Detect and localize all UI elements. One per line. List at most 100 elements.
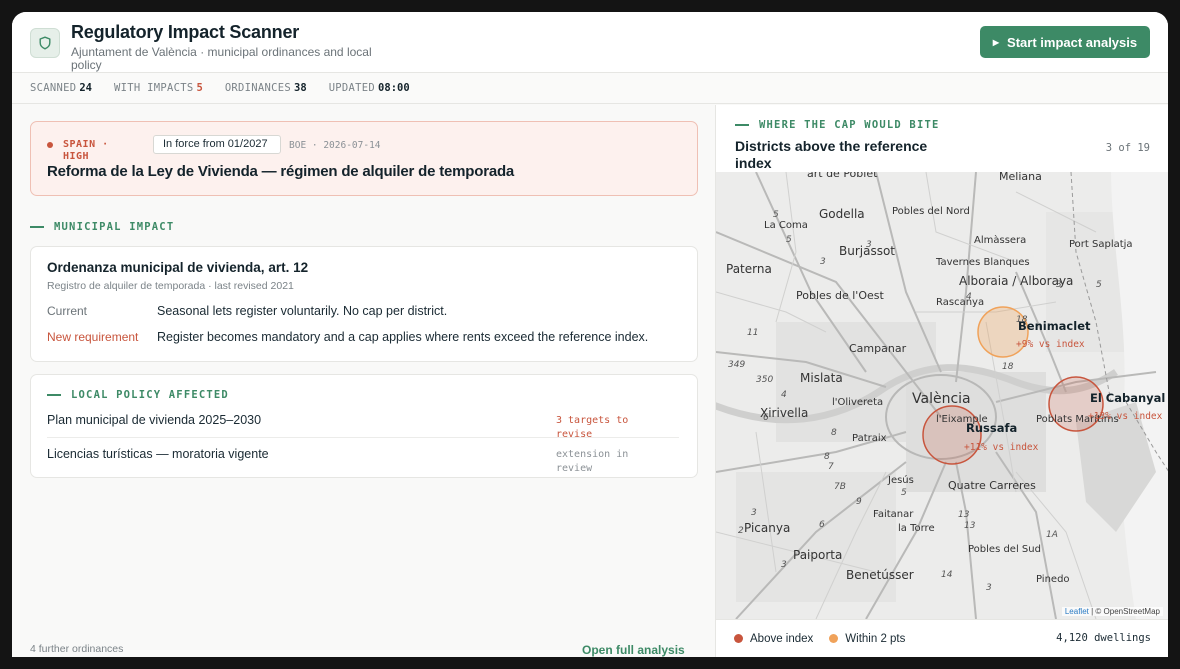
svg-text:Burjassot: Burjassot xyxy=(839,244,895,258)
stat-updated: UPDATED 08:00 xyxy=(328,82,410,94)
regulation-alert-card[interactable]: SPAIN · HIGH In force from 01/2027 BOE ·… xyxy=(30,121,698,196)
district-name-el-cabanyal: El Cabanyal xyxy=(1090,391,1165,405)
row-divider xyxy=(47,437,679,438)
svg-text:3: 3 xyxy=(986,583,992,593)
play-icon: ▶ xyxy=(992,37,1000,47)
svg-text:Tavernes Blanques: Tavernes Blanques xyxy=(935,257,1030,268)
severity-dot xyxy=(47,142,53,148)
svg-text:14: 14 xyxy=(941,570,953,580)
map-panel: WHERE THE CAP WOULD BITE Districts above… xyxy=(715,105,1168,657)
svg-text:5: 5 xyxy=(901,488,907,498)
app-window: Regulatory Impact Scanner Ajuntament de … xyxy=(12,12,1168,657)
legend-above-index: Above index xyxy=(734,633,813,645)
svg-text:Campanar: Campanar xyxy=(849,342,907,355)
svg-text:13: 13 xyxy=(958,510,970,520)
svg-text:Godella: Godella xyxy=(819,207,865,221)
stat-ordinances: ORDINANCES 38 xyxy=(224,82,307,94)
map-title: Districts above the reference index xyxy=(735,138,928,171)
new-requirement-text: Register becomes mandatory and a cap app… xyxy=(157,330,649,344)
svg-text:Picanya: Picanya xyxy=(744,521,790,535)
svg-text:Jesús: Jesús xyxy=(887,474,914,486)
policy-name: Licencias turísticas — moratoria vigente xyxy=(47,447,269,461)
local-policy-heading: LOCAL POLICY AFFECTED xyxy=(47,389,229,401)
district-name-russafa: Russafa xyxy=(966,421,1017,435)
open-full-analysis-link[interactable]: Open full analysis → xyxy=(582,643,692,657)
source-reference: BOE · 2026-07-14 xyxy=(289,140,381,151)
map-canvas: 553 311349 35046 887 7B96 323 131318 181… xyxy=(716,172,1168,619)
policy-row[interactable]: Licencias turísticas — moratoria vigente… xyxy=(47,447,679,481)
svg-text:8: 8 xyxy=(831,428,837,438)
svg-text:Pobles de l'Oest: Pobles de l'Oest xyxy=(796,289,884,302)
svg-text:Mislata: Mislata xyxy=(800,371,843,385)
svg-text:Pobles del Sud: Pobles del Sud xyxy=(968,544,1041,555)
policy-row[interactable]: Plan municipal de vivienda 2025–2030 3 t… xyxy=(47,413,679,447)
svg-text:l'Olivereta: l'Olivereta xyxy=(832,397,883,408)
map-legend: Above index Within 2 pts 4,120 dwellings xyxy=(716,619,1168,657)
current-label: Current xyxy=(47,304,88,318)
dwellings-count: 4,120 dwellings xyxy=(1056,632,1151,644)
svg-text:6: 6 xyxy=(819,520,825,530)
section-rule xyxy=(735,124,749,126)
start-impact-analysis-label: Start impact analysis xyxy=(1007,34,1138,50)
svg-text:Paiporta: Paiporta xyxy=(793,548,842,562)
law-title: Reforma de la Ley de Vivienda — régimen … xyxy=(47,163,515,180)
further-ordinances-note: 4 further ordinances flagged xyxy=(30,643,124,657)
svg-text:11: 11 xyxy=(747,328,758,338)
stat-with-impacts: WITH IMPACTS 5 xyxy=(114,82,203,94)
new-requirement-label: New requirement xyxy=(47,330,139,344)
policy-name: Plan municipal de vivienda 2025–2030 xyxy=(47,413,262,427)
section-rule xyxy=(47,394,61,396)
svg-text:Faitanar: Faitanar xyxy=(873,509,914,520)
svg-text:Almàssera: Almàssera xyxy=(974,234,1026,246)
svg-text:350: 350 xyxy=(756,375,773,385)
svg-text:349: 349 xyxy=(728,360,745,370)
start-impact-analysis-button[interactable]: ▶ Start impact analysis xyxy=(980,26,1150,58)
in-force-chip: In force from 01/2027 xyxy=(153,135,281,154)
municipal-impact-heading: MUNICIPAL IMPACT xyxy=(30,221,174,233)
svg-text:3: 3 xyxy=(820,257,826,267)
district-name-benimaclet: Benimaclet xyxy=(1018,319,1091,333)
svg-text:València: València xyxy=(912,391,971,407)
svg-text:7: 7 xyxy=(828,462,834,472)
svg-text:Benetússer: Benetússer xyxy=(846,568,914,582)
section-rule xyxy=(30,226,44,228)
legend-within-2-pts: Within 2 pts xyxy=(829,633,905,645)
ordinance-title: Ordenanza municipal de vivienda, art. 12 xyxy=(47,260,309,275)
svg-text:Pobles del Nord: Pobles del Nord xyxy=(892,206,970,217)
svg-text:13: 13 xyxy=(964,521,976,531)
svg-text:Alboraia / Alboraya: Alboraia / Alboraya xyxy=(959,274,1073,288)
district-map[interactable]: 553 3 11 349 350 4 6 887 7B 9 6 323 13 13 18 18 1… xyxy=(716,172,1168,619)
severity-label: SPAIN · HIGH xyxy=(63,139,109,162)
svg-text:5: 5 xyxy=(773,210,779,220)
stats-bar: SCANNED 24 WITH IMPACTS 5 ORDINANCES 38 UPD… xyxy=(12,73,1168,104)
svg-text:Xirivella: Xirivella xyxy=(760,406,808,420)
app-header: Regulatory Impact Scanner Ajuntament de … xyxy=(12,12,1168,73)
svg-text:art de Poblet: art de Poblet xyxy=(807,172,878,180)
district-note-russafa: +11% vs index xyxy=(964,442,1039,453)
svg-text:la Torre: la Torre xyxy=(898,523,935,534)
svg-text:7B: 7B xyxy=(834,482,846,492)
svg-text:3: 3 xyxy=(751,508,757,518)
district-counter: 3 of 19 xyxy=(1105,142,1150,154)
shield-icon xyxy=(30,28,60,58)
app-subtitle: Ajuntament de València · municipal ordin… xyxy=(71,45,372,72)
svg-text:Quatre Carreres: Quatre Carreres xyxy=(948,479,1036,492)
svg-text:5: 5 xyxy=(1096,280,1102,290)
svg-text:1A: 1A xyxy=(1046,530,1058,540)
svg-text:3: 3 xyxy=(781,560,787,570)
ordinance-subtitle: Registro de alquiler de temporada · last… xyxy=(47,280,294,292)
leaflet-link[interactable]: Leaflet xyxy=(1065,607,1089,616)
legend-swatch xyxy=(734,634,743,643)
svg-text:Pinedo: Pinedo xyxy=(1036,574,1070,585)
svg-text:Meliana: Meliana xyxy=(999,172,1042,183)
policy-status: extension in review xyxy=(556,449,629,474)
district-note-benimaclet: +9% vs index xyxy=(1016,339,1085,350)
map-section-heading: WHERE THE CAP WOULD BITE xyxy=(735,119,940,131)
svg-text:La Coma: La Coma xyxy=(764,220,808,231)
svg-text:Paterna: Paterna xyxy=(726,262,772,276)
svg-text:18: 18 xyxy=(1002,362,1014,372)
svg-text:4: 4 xyxy=(781,390,787,400)
current-text: Seasonal lets register voluntarily. No c… xyxy=(157,304,448,318)
legend-swatch xyxy=(829,634,839,643)
stat-scanned: SCANNED 24 xyxy=(30,82,93,94)
